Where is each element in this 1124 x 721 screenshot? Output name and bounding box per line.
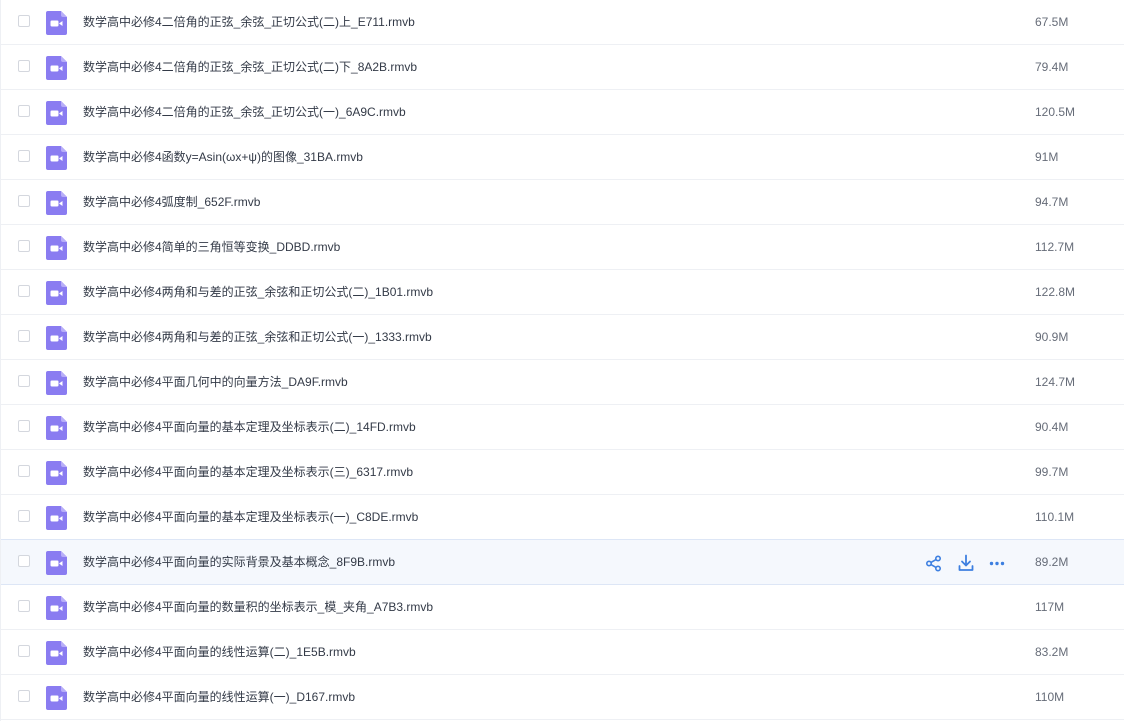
file-row[interactable]: 数学高中必修4函数y=Asin(ωx+ψ)的图像_31BA.rmvb 91M xyxy=(1,135,1124,180)
file-name[interactable]: 数学高中必修4平面向量的基本定理及坐标表示(二)_14FD.rmvb xyxy=(83,418,416,436)
video-file-icon xyxy=(46,641,67,665)
file-name[interactable]: 数学高中必修4弧度制_652F.rmvb xyxy=(83,193,260,211)
row-checkbox[interactable] xyxy=(18,150,30,162)
file-size: 124.7M xyxy=(1035,375,1076,389)
video-file-icon xyxy=(46,236,67,260)
file-row[interactable]: 数学高中必修4二倍角的正弦_余弦_正切公式(一)_6A9C.rmvb 120.5M xyxy=(1,90,1124,135)
row-checkbox[interactable] xyxy=(18,690,30,702)
download-icon xyxy=(955,554,977,578)
file-size: 91M xyxy=(1035,150,1059,164)
file-size: 90.9M xyxy=(1035,330,1069,344)
video-file-icon xyxy=(46,596,67,620)
row-checkbox[interactable] xyxy=(18,375,30,387)
file-row[interactable]: 数学高中必修4简单的三角恒等变换_DDBD.rmvb 112.7M xyxy=(1,225,1124,270)
file-row[interactable]: 数学高中必修4平面向量的基本定理及坐标表示(二)_14FD.rmvb 90.4M xyxy=(1,405,1124,450)
file-row[interactable]: 数学高中必修4两角和与差的正弦_余弦和正切公式(二)_1B01.rmvb 122.… xyxy=(1,270,1124,315)
file-size: 110M xyxy=(1035,690,1065,704)
file-row[interactable]: 数学高中必修4平面向量的基本定理及坐标表示(一)_C8DE.rmvb 110.1M xyxy=(1,495,1124,540)
row-checkbox[interactable] xyxy=(18,285,30,297)
file-name[interactable]: 数学高中必修4二倍角的正弦_余弦_正切公式(一)_6A9C.rmvb xyxy=(83,103,406,121)
file-row[interactable]: 数学高中必修4平面向量的线性运算(二)_1E5B.rmvb 83.2M xyxy=(1,630,1124,675)
share-icon xyxy=(923,555,945,578)
file-name[interactable]: 数学高中必修4两角和与差的正弦_余弦和正切公式(一)_1333.rmvb xyxy=(83,328,432,346)
row-checkbox[interactable] xyxy=(18,420,30,432)
file-name[interactable]: 数学高中必修4平面向量的基本定理及坐标表示(一)_C8DE.rmvb xyxy=(83,508,418,526)
file-name[interactable]: 数学高中必修4平面向量的实际背景及基本概念_8F9B.rmvb xyxy=(83,553,395,571)
row-checkbox[interactable] xyxy=(18,600,30,612)
video-file-icon xyxy=(46,551,67,575)
file-size: 99.7M xyxy=(1035,465,1069,479)
video-file-icon xyxy=(46,146,67,170)
file-size: 94.7M xyxy=(1035,195,1069,209)
video-file-icon xyxy=(46,506,67,530)
more-icon xyxy=(986,561,1008,578)
file-name[interactable]: 数学高中必修4平面向量的基本定理及坐标表示(三)_6317.rmvb xyxy=(83,463,413,481)
file-row[interactable]: 数学高中必修4平面向量的数量积的坐标表示_模_夹角_A7B3.rmvb 117M xyxy=(1,585,1124,630)
file-row[interactable]: 数学高中必修4平面几何中的向量方法_DA9F.rmvb 124.7M xyxy=(1,360,1124,405)
file-name[interactable]: 数学高中必修4平面向量的数量积的坐标表示_模_夹角_A7B3.rmvb xyxy=(83,598,433,616)
file-name[interactable]: 数学高中必修4平面向量的线性运算(二)_1E5B.rmvb xyxy=(83,643,356,661)
video-file-icon xyxy=(46,11,67,35)
row-checkbox[interactable] xyxy=(18,60,30,72)
video-file-icon xyxy=(46,56,67,80)
file-size: 79.4M xyxy=(1035,60,1069,74)
row-checkbox[interactable] xyxy=(18,105,30,117)
video-file-icon xyxy=(46,101,67,125)
video-file-icon xyxy=(46,371,67,395)
file-size: 89.2M xyxy=(1035,555,1069,569)
file-row[interactable]: 数学高中必修4弧度制_652F.rmvb 94.7M xyxy=(1,180,1124,225)
file-size: 117M xyxy=(1035,600,1065,614)
video-file-icon xyxy=(46,686,67,710)
row-checkbox[interactable] xyxy=(18,240,30,252)
file-list: 数学高中必修4二倍角的正弦_余弦_正切公式(二)上_E711.rmvb 67.5M… xyxy=(0,0,1124,721)
file-row[interactable]: 数学高中必修4平面向量的线性运算(一)_D167.rmvb 110M xyxy=(1,675,1124,720)
file-row[interactable]: 数学高中必修4二倍角的正弦_余弦_正切公式(二)上_E711.rmvb 67.5M xyxy=(1,0,1124,45)
file-name[interactable]: 数学高中必修4二倍角的正弦_余弦_正切公式(二)上_E711.rmvb xyxy=(83,13,415,31)
file-size: 90.4M xyxy=(1035,420,1069,434)
video-file-icon xyxy=(46,191,67,215)
file-name[interactable]: 数学高中必修4平面几何中的向量方法_DA9F.rmvb xyxy=(83,373,348,391)
file-size: 120.5M xyxy=(1035,105,1076,119)
file-size: 112.7M xyxy=(1035,240,1075,254)
file-row[interactable]: 数学高中必修4平面向量的实际背景及基本概念_8F9B.rmvb 89.2M xyxy=(1,539,1124,585)
video-file-icon xyxy=(46,461,67,485)
download-button[interactable] xyxy=(955,552,977,574)
row-checkbox[interactable] xyxy=(18,465,30,477)
file-size: 110.1M xyxy=(1035,510,1075,524)
file-size: 67.5M xyxy=(1035,15,1069,29)
share-button[interactable] xyxy=(923,552,945,574)
file-name[interactable]: 数学高中必修4简单的三角恒等变换_DDBD.rmvb xyxy=(83,238,340,256)
file-row[interactable]: 数学高中必修4两角和与差的正弦_余弦和正切公式(一)_1333.rmvb 90.9… xyxy=(1,315,1124,360)
row-checkbox[interactable] xyxy=(18,555,30,567)
file-name[interactable]: 数学高中必修4二倍角的正弦_余弦_正切公式(二)下_8A2B.rmvb xyxy=(83,58,417,76)
row-checkbox[interactable] xyxy=(18,195,30,207)
row-checkbox[interactable] xyxy=(18,645,30,657)
video-file-icon xyxy=(46,326,67,350)
row-checkbox[interactable] xyxy=(18,330,30,342)
video-file-icon xyxy=(46,281,67,305)
file-row[interactable]: 数学高中必修4平面向量的基本定理及坐标表示(三)_6317.rmvb 99.7M xyxy=(1,450,1124,495)
row-checkbox[interactable] xyxy=(18,510,30,522)
file-size: 122.8M xyxy=(1035,285,1076,299)
file-name[interactable]: 数学高中必修4两角和与差的正弦_余弦和正切公式(二)_1B01.rmvb xyxy=(83,283,433,301)
video-file-icon xyxy=(46,416,67,440)
file-name[interactable]: 数学高中必修4平面向量的线性运算(一)_D167.rmvb xyxy=(83,688,355,706)
row-checkbox[interactable] xyxy=(18,15,30,27)
file-row[interactable]: 数学高中必修4二倍角的正弦_余弦_正切公式(二)下_8A2B.rmvb 79.4M xyxy=(1,45,1124,90)
file-size: 83.2M xyxy=(1035,645,1069,659)
file-name[interactable]: 数学高中必修4函数y=Asin(ωx+ψ)的图像_31BA.rmvb xyxy=(83,148,363,166)
more-button[interactable] xyxy=(986,552,1008,574)
